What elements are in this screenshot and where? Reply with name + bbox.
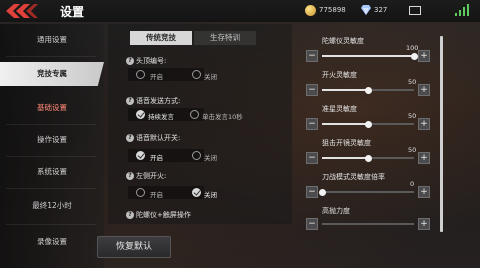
sidebar-divider [6,156,96,157]
scrollbar[interactable] [440,36,443,232]
sidebar-item-competitive[interactable]: 竞技专属 [0,62,104,86]
slider-knob[interactable] [364,120,372,128]
setting-label-left-fire: 左侧开火: [136,172,167,180]
plus-button[interactable]: + [418,84,430,96]
help-icon[interactable]: ? [126,97,134,105]
sidebar-divider [6,124,96,125]
help-icon[interactable]: ? [126,172,134,180]
slider-value: 100 [406,44,419,52]
radio-left-fire-on[interactable] [136,188,145,197]
sidebar-item-system[interactable]: 系统设置 [0,162,104,182]
slider-label: 刀战模式灵敏度倍率 [322,173,385,181]
minus-button[interactable]: − [306,50,318,62]
mail-icon[interactable] [409,6,421,15]
minus-button[interactable]: − [306,84,318,96]
slider-fill [322,123,368,125]
help-icon[interactable]: ? [126,57,134,65]
gold-count: 775898 [319,6,346,14]
diamond-count: 327 [374,6,388,14]
slider-knob[interactable] [318,188,326,196]
slider-label: 准星灵敏度 [322,105,357,113]
slider-knob[interactable] [410,52,418,60]
minus-button[interactable]: − [306,218,318,230]
help-icon[interactable]: ? [126,134,134,142]
option-label: 开启 [150,73,163,81]
slider-fill [322,157,368,159]
reset-default-button[interactable]: 恢复默认 [97,236,171,258]
radio-left-fire-off[interactable] [192,188,201,197]
diamond-icon [361,5,371,15]
sidebar-divider [6,56,96,57]
plus-button[interactable]: + [418,118,430,130]
slider-value: 50 [408,78,417,86]
gold-coin-icon [305,5,316,16]
tab-survival-training[interactable]: 生存特训 [194,31,256,45]
sidebar-item-replay[interactable]: 录像设置 [0,232,104,252]
slider-fill [322,89,368,91]
slider-value: 50 [408,146,417,154]
radio-voice-continuous[interactable] [136,110,145,119]
sidebar-item-final-12h[interactable]: 最终12小时 [0,196,104,216]
setting-label-voice-mode: 语音发送方式: [136,97,181,105]
slider-track[interactable] [322,223,414,225]
plus-button[interactable]: + [418,50,430,62]
slider-track[interactable] [322,191,414,193]
slider-label: 狙击开镜灵敏度 [322,139,371,147]
option-label: 开启 [150,154,163,162]
radio-voice-default-on[interactable] [136,151,145,160]
setting-label-overhead-number: 头顶编号: [136,57,167,65]
sidebar-divider [6,224,96,225]
slider-knob[interactable] [364,86,372,94]
radio-overhead-off[interactable] [192,70,201,79]
setting-label-voice-default: 语音默认开关: [136,134,181,142]
sidebar-divider [6,188,96,189]
sidebar: 通用设置 竞技专属 基础设置 操作设置 系统设置 最终12小时 录像设置 [0,24,104,268]
minus-button[interactable]: − [306,152,318,164]
slider-fill [322,55,414,57]
sidebar-item-basic[interactable]: 基础设置 [0,98,104,118]
slider-knob[interactable] [364,154,372,162]
option-label: 单击发言10秒 [202,113,243,121]
slider-label: 陀螺仪灵敏度 [322,37,364,45]
minus-button[interactable]: − [306,186,318,198]
sidebar-item-general[interactable]: 通用设置 [0,30,104,50]
option-label: 持续发言 [148,113,174,121]
slider-value: 0 [410,180,415,188]
minus-button[interactable]: − [306,118,318,130]
plus-button[interactable]: + [418,186,430,198]
option-label: 关闭 [204,191,217,199]
slider-value: 50 [408,112,417,120]
radio-overhead-on[interactable] [136,70,145,79]
plus-button[interactable]: + [418,218,430,230]
slider-label: 高抛力度 [322,207,350,215]
page-title: 设置 [60,5,85,19]
radio-voice-default-off[interactable] [192,151,201,160]
radio-voice-click10[interactable] [190,110,199,119]
sensitivity-panel: 陀螺仪灵敏度 100 − + 开火灵敏度 50 − + 准星灵敏度 50 − +… [302,30,442,236]
slider-label: 开火灵敏度 [322,71,357,79]
option-label: 关闭 [204,73,217,81]
setting-label-gyro-touch: 陀螺仪+触屏操作 [136,211,191,219]
tab-classic[interactable]: 传统竞技 [130,31,192,45]
signal-icon [455,4,469,16]
sidebar-item-controls[interactable]: 操作设置 [0,130,104,150]
option-label: 开启 [150,191,163,199]
help-icon[interactable]: ? [126,211,134,219]
plus-button[interactable]: + [418,152,430,164]
option-label: 关闭 [204,154,217,162]
back-chevron-icon[interactable] [4,3,44,19]
